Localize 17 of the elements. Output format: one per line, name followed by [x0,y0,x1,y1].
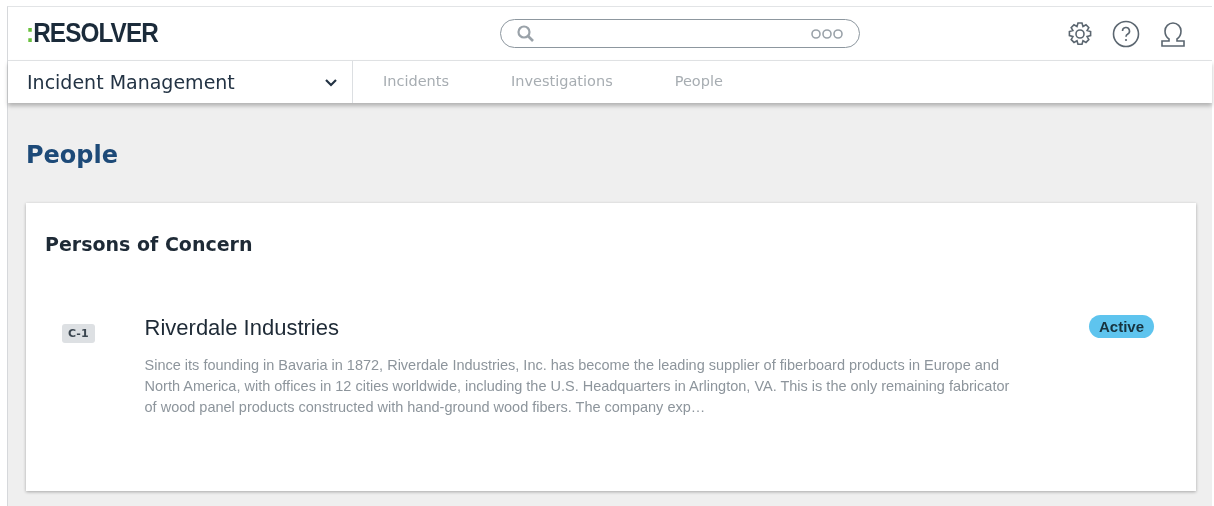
page-title: People [26,141,120,169]
search-icon [516,24,535,43]
logo: :RESOLVER [26,18,158,49]
settings-icon[interactable] [1066,19,1094,48]
card-title: Persons of Concern [45,233,254,255]
record-name[interactable]: Riverdale Industries [144,315,1025,341]
chevron-down-icon [324,77,338,87]
nav-tab[interactable]: Investigations [481,61,613,103]
nav-tab[interactable]: Incidents [353,61,450,103]
record-description: Since its founding in Bavaria in 1872, Riverdale Industries, Inc. has become the leading supplier of fiberboard products in Europe and North America, with offices in 12 cities worldwide, including the U.S. Headquarters in Arlington, VA. This is the only remaining fabricator of wood panel products constructed with hand-ground wood fibers. The company exp… [144,356,1011,417]
help-icon[interactable] [1112,19,1140,48]
more-icon[interactable] [810,28,843,39]
id-label: C-1 [62,324,95,343]
user-icon[interactable] [1158,19,1188,48]
app-switcher[interactable]: Incident Management [8,61,353,103]
nav-tab[interactable]: People [644,61,723,103]
status-label: Active [1088,315,1154,338]
